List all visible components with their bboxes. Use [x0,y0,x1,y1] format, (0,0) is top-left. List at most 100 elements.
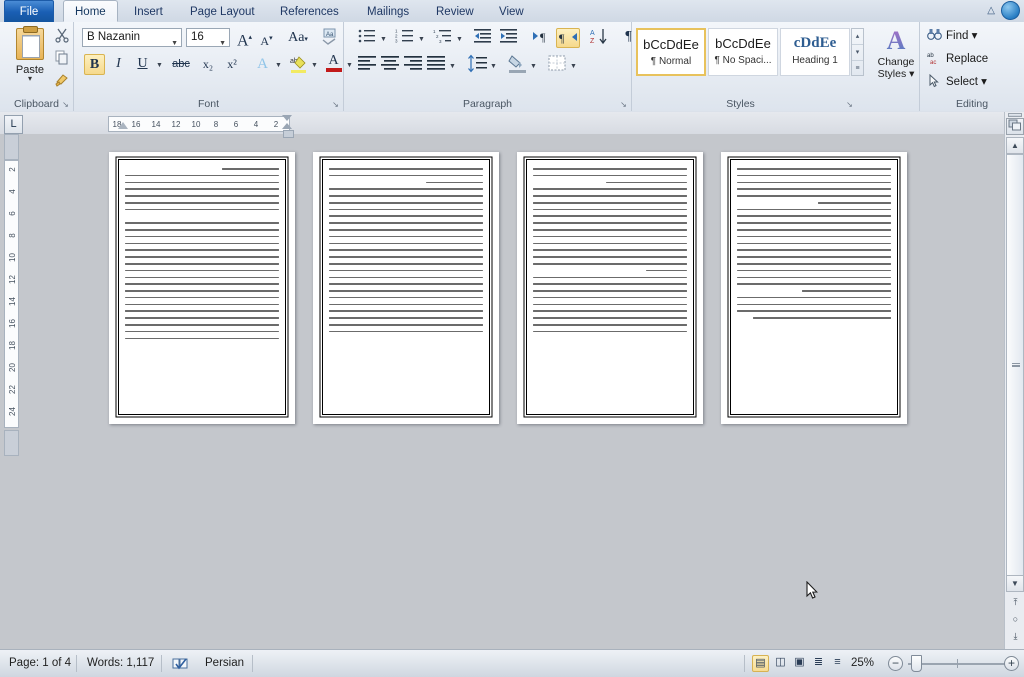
rtl-text-direction-button[interactable]: ¶ [556,28,580,48]
styles-more-icon[interactable]: ≡ [852,61,863,76]
line-spacing-button[interactable] [466,54,489,75]
shrink-font-button[interactable]: A▾ [257,29,276,48]
decrease-indent-button[interactable] [472,28,494,48]
underline-button[interactable]: U [132,54,153,75]
subscript-button[interactable]: x₂ [197,55,219,74]
change-styles-button[interactable]: A Change Styles ▾ [870,26,922,80]
zoom-level-label[interactable]: 25% [851,650,874,677]
justify-caret[interactable]: ▼ [449,63,456,70]
tab-page-layout[interactable]: Page Layout [178,0,267,22]
style-no-spacing[interactable]: bCcDdEe ¶ No Spaci... [708,28,778,76]
split-window-handle[interactable] [1008,113,1022,117]
align-right-button[interactable] [402,55,424,75]
document-page-1[interactable] [109,152,295,424]
zoom-out-button[interactable]: − [888,656,903,671]
status-word-count[interactable]: Words: 1,117 [78,650,163,677]
status-page-indicator[interactable]: Page: 1 of 4 [0,650,80,677]
scrollbar-track[interactable] [1006,154,1024,576]
numbering-caret[interactable]: ▼ [418,36,425,43]
line-spacing-caret[interactable]: ▼ [490,63,497,70]
document-page-3[interactable] [517,152,703,424]
next-page-icon[interactable]: ⤓ [1008,629,1023,644]
help-icon[interactable]: ↘ [1001,1,1020,20]
tab-mailings[interactable]: Mailings [355,0,421,22]
horizontal-ruler[interactable]: 18 16 14 12 10 8 6 4 2 [108,116,290,132]
font-name-caret[interactable]: ▼ [171,35,178,52]
zoom-slider-track[interactable] [908,663,1008,665]
underline-caret[interactable]: ▼ [156,62,163,69]
increase-indent-button[interactable] [498,28,520,48]
view-draft-button[interactable]: ≡ [829,655,846,672]
borders-button[interactable] [546,54,569,75]
bullets-caret[interactable]: ▼ [380,36,387,43]
status-language[interactable]: Persian [196,650,253,677]
tab-review[interactable]: Review [424,0,486,22]
tab-view[interactable]: View [487,0,536,22]
minimize-ribbon-icon[interactable]: △ [987,5,995,16]
font-dialog-launcher[interactable]: ↘ [331,100,340,109]
select-browse-object-icon[interactable]: ○ [1008,612,1023,627]
view-outline-button[interactable]: ≣ [810,655,827,672]
right-indent-top-marker[interactable] [282,115,292,121]
replace-button[interactable]: ab ac Replace [924,49,988,70]
styles-scroll-down-icon[interactable]: ▾ [852,45,863,61]
first-line-indent-marker[interactable] [118,122,128,129]
paragraph-dialog-launcher[interactable]: ↘ [619,100,628,109]
style-normal[interactable]: bCcDdEe ¶ Normal [636,28,706,76]
tab-stop-selector[interactable]: L [4,115,23,134]
multilevel-caret[interactable]: ▼ [456,36,463,43]
view-full-screen-reading-button[interactable]: ◫ [772,655,789,672]
clipboard-dialog-launcher[interactable]: ↘ [61,100,70,109]
document-page-4[interactable] [721,152,907,424]
styles-scroll-up-icon[interactable]: ▴ [852,29,863,45]
document-canvas[interactable] [22,134,1004,650]
align-center-button[interactable] [379,55,401,75]
highlight-color-button[interactable]: ab [288,54,309,75]
find-button[interactable]: Find ▾ [924,26,977,47]
cut-icon[interactable] [52,27,72,47]
split-window-icon[interactable] [1006,118,1024,135]
view-print-layout-button[interactable]: ▤ [752,655,769,672]
text-effects-button[interactable]: A [252,54,273,75]
scrollbar-thumb[interactable] [1006,154,1024,576]
shading-caret[interactable]: ▼ [530,63,537,70]
superscript-button[interactable]: x² [221,55,243,74]
font-name-input[interactable]: B Nazanin ▼ [82,28,182,47]
document-page-2[interactable] [313,152,499,424]
borders-caret[interactable]: ▼ [570,63,577,70]
paste-dropdown-caret[interactable]: ▾ [8,75,52,83]
italic-button[interactable]: I [108,54,129,75]
vertical-ruler[interactable]: 2 4 6 8 10 12 14 16 18 20 22 24 [4,160,19,428]
tab-home[interactable]: Home [63,0,118,22]
shading-button[interactable] [506,54,529,75]
grow-font-button[interactable]: A▴ [234,27,255,49]
strikethrough-button[interactable]: abc [169,55,193,74]
font-color-button[interactable]: A [323,53,344,75]
tab-file[interactable]: File [4,0,54,22]
paste-button[interactable]: Paste ▾ [8,26,52,92]
previous-page-icon[interactable]: ⤒ [1008,595,1023,610]
font-size-caret[interactable]: ▼ [219,35,226,52]
copy-icon[interactable] [52,49,72,69]
sort-button[interactable]: AZ [588,27,611,48]
spelling-check-icon[interactable] [172,657,188,670]
bold-button[interactable]: B [84,54,105,75]
right-indent-bottom-marker[interactable] [282,123,292,129]
tab-references[interactable]: References [268,0,351,22]
justify-button[interactable] [425,55,447,75]
styles-gallery-scroll[interactable]: ▴ ▾ ≡ [851,28,864,76]
styles-dialog-launcher[interactable]: ↘ [845,100,854,109]
ltr-text-direction-button[interactable]: ¶ [530,28,554,48]
view-web-layout-button[interactable]: ▣ [791,655,808,672]
numbering-button[interactable]: 123 [394,28,416,48]
tab-insert[interactable]: Insert [122,0,175,22]
align-left-button[interactable] [356,55,378,75]
clear-formatting-icon[interactable]: Aa [319,27,341,48]
scroll-up-arrow[interactable]: ▲ [1006,137,1024,154]
font-size-input[interactable]: 16 ▼ [186,28,230,47]
multilevel-list-button[interactable]: 123 [432,28,454,48]
scroll-down-arrow[interactable]: ▼ [1006,575,1024,592]
zoom-slider-thumb[interactable] [911,655,922,672]
select-button[interactable]: Select ▾ [924,72,987,93]
style-heading-1[interactable]: cDdEe Heading 1 [780,28,850,76]
